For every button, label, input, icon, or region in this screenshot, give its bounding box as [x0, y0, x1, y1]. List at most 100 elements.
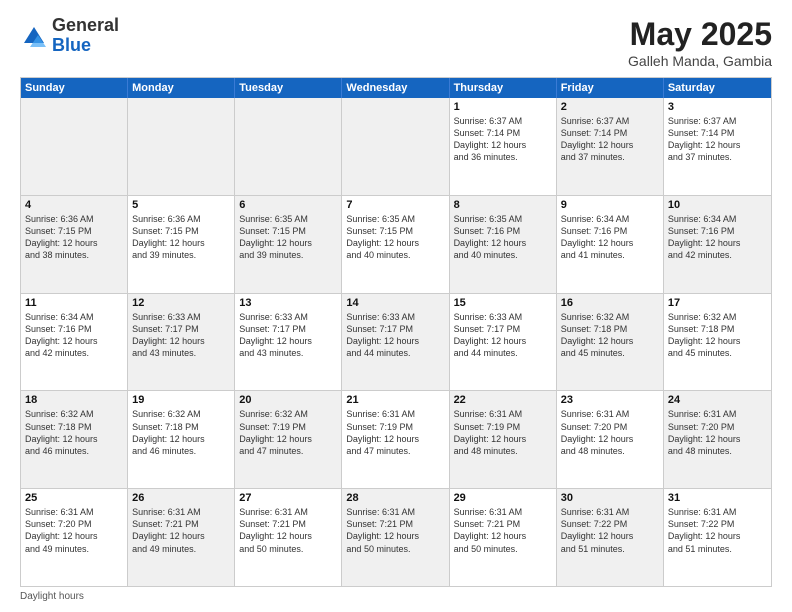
- day-number: 26: [132, 492, 230, 504]
- day-cell-17: 17 Sunrise: 6:32 AM Sunset: 7:18 PM Dayli…: [664, 294, 771, 391]
- cell-info: Sunrise: 6:33 AM Sunset: 7:17 PM Dayligh…: [132, 311, 230, 360]
- logo: General Blue: [20, 16, 119, 56]
- day-number: 5: [132, 199, 230, 211]
- day-cell-13: 13 Sunrise: 6:33 AM Sunset: 7:17 PM Dayli…: [235, 294, 342, 391]
- cell-info: Sunrise: 6:34 AM Sunset: 7:16 PM Dayligh…: [668, 213, 767, 262]
- empty-cell: [21, 98, 128, 195]
- day-number: 1: [454, 101, 552, 113]
- cell-info: Sunrise: 6:32 AM Sunset: 7:19 PM Dayligh…: [239, 408, 337, 457]
- cell-info: Sunrise: 6:33 AM Sunset: 7:17 PM Dayligh…: [239, 311, 337, 360]
- day-cell-15: 15Sunrise: 6:33 AM Sunset: 7:17 PM Dayli…: [450, 294, 557, 391]
- day-number: 8: [454, 199, 552, 211]
- day-cell-23: 23 Sunrise: 6:31 AM Sunset: 7:20 PM Dayli…: [557, 391, 664, 488]
- day-number: 22: [454, 394, 552, 406]
- cell-info: Sunrise: 6:31 AM Sunset: 7:19 PM Dayligh…: [454, 408, 552, 457]
- cell-info: Sunrise: 6:31 AM Sunset: 7:19 PM Dayligh…: [346, 408, 444, 457]
- logo-text: General Blue: [52, 16, 119, 56]
- header-day-friday: Friday: [557, 78, 664, 98]
- footer-note: Daylight hours: [20, 591, 772, 602]
- cell-info: Sunrise: 6:35 AM Sunset: 7:16 PM Dayligh…: [454, 213, 552, 262]
- day-number: 23: [561, 394, 659, 406]
- cell-info: Sunrise: 6:37 AM Sunset: 7:14 PM Dayligh…: [668, 115, 767, 164]
- calendar-body: 1 Sunrise: 6:37 AM Sunset: 7:14 PM Daylig…: [21, 98, 771, 586]
- day-number: 12: [132, 297, 230, 309]
- cell-info: Sunrise: 6:32 AM Sunset: 7:18 PM Dayligh…: [668, 311, 767, 360]
- day-cell-11: 11Sunrise: 6:34 AM Sunset: 7:16 PM Dayli…: [21, 294, 128, 391]
- day-cell-18: 18 Sunrise: 6:32 AM Sunset: 7:18 PM Dayli…: [21, 391, 128, 488]
- cell-info: Sunrise: 6:37 AM Sunset: 7:14 PM Dayligh…: [561, 115, 659, 164]
- empty-cell: [342, 98, 449, 195]
- header: General Blue May 2025 Galleh Manda, Gamb…: [20, 16, 772, 69]
- cell-info: Sunrise: 6:31 AM Sunset: 7:21 PM Dayligh…: [346, 506, 444, 555]
- week-row-4: 18 Sunrise: 6:32 AM Sunset: 7:18 PM Dayli…: [21, 390, 771, 488]
- day-number: 13: [239, 297, 337, 309]
- calendar-header: SundayMondayTuesdayWednesdayThursdayFrid…: [21, 78, 771, 98]
- day-cell-9: 9 Sunrise: 6:34 AM Sunset: 7:16 PM Daylig…: [557, 196, 664, 293]
- cell-info: Sunrise: 6:36 AM Sunset: 7:15 PM Dayligh…: [25, 213, 123, 262]
- day-cell-10: 10Sunrise: 6:34 AM Sunset: 7:16 PM Dayli…: [664, 196, 771, 293]
- header-day-sunday: Sunday: [21, 78, 128, 98]
- day-number: 2: [561, 101, 659, 113]
- day-number: 15: [454, 297, 552, 309]
- day-cell-28: 28 Sunrise: 6:31 AM Sunset: 7:21 PM Dayli…: [342, 489, 449, 586]
- page: General Blue May 2025 Galleh Manda, Gamb…: [0, 0, 792, 612]
- day-number: 21: [346, 394, 444, 406]
- week-row-1: 1 Sunrise: 6:37 AM Sunset: 7:14 PM Daylig…: [21, 98, 771, 195]
- cell-info: Sunrise: 6:31 AM Sunset: 7:20 PM Dayligh…: [668, 408, 767, 457]
- day-cell-2: 2 Sunrise: 6:37 AM Sunset: 7:14 PM Daylig…: [557, 98, 664, 195]
- cell-info: Sunrise: 6:31 AM Sunset: 7:22 PM Dayligh…: [561, 506, 659, 555]
- day-cell-5: 5Sunrise: 6:36 AM Sunset: 7:15 PM Daylig…: [128, 196, 235, 293]
- cell-info: Sunrise: 6:33 AM Sunset: 7:17 PM Dayligh…: [346, 311, 444, 360]
- day-cell-24: 24 Sunrise: 6:31 AM Sunset: 7:20 PM Dayli…: [664, 391, 771, 488]
- day-cell-12: 12 Sunrise: 6:33 AM Sunset: 7:17 PM Dayli…: [128, 294, 235, 391]
- day-cell-3: 3 Sunrise: 6:37 AM Sunset: 7:14 PM Daylig…: [664, 98, 771, 195]
- cell-info: Sunrise: 6:35 AM Sunset: 7:15 PM Dayligh…: [346, 213, 444, 262]
- cell-info: Sunrise: 6:32 AM Sunset: 7:18 PM Dayligh…: [132, 408, 230, 457]
- week-row-5: 25Sunrise: 6:31 AM Sunset: 7:20 PM Dayli…: [21, 488, 771, 586]
- title-block: May 2025 Galleh Manda, Gambia: [628, 16, 772, 69]
- day-number: 29: [454, 492, 552, 504]
- day-cell-31: 31Sunrise: 6:31 AM Sunset: 7:22 PM Dayli…: [664, 489, 771, 586]
- logo-blue: Blue: [52, 36, 119, 56]
- day-number: 30: [561, 492, 659, 504]
- cell-info: Sunrise: 6:34 AM Sunset: 7:16 PM Dayligh…: [561, 213, 659, 262]
- header-day-tuesday: Tuesday: [235, 78, 342, 98]
- day-number: 25: [25, 492, 123, 504]
- cell-info: Sunrise: 6:31 AM Sunset: 7:21 PM Dayligh…: [239, 506, 337, 555]
- day-number: 16: [561, 297, 659, 309]
- day-cell-29: 29Sunrise: 6:31 AM Sunset: 7:21 PM Dayli…: [450, 489, 557, 586]
- week-row-3: 11Sunrise: 6:34 AM Sunset: 7:16 PM Dayli…: [21, 293, 771, 391]
- calendar: SundayMondayTuesdayWednesdayThursdayFrid…: [20, 77, 772, 587]
- day-cell-20: 20 Sunrise: 6:32 AM Sunset: 7:19 PM Dayli…: [235, 391, 342, 488]
- day-number: 7: [346, 199, 444, 211]
- day-number: 3: [668, 101, 767, 113]
- day-number: 9: [561, 199, 659, 211]
- cell-info: Sunrise: 6:37 AM Sunset: 7:14 PM Dayligh…: [454, 115, 552, 164]
- cell-info: Sunrise: 6:32 AM Sunset: 7:18 PM Dayligh…: [561, 311, 659, 360]
- day-cell-27: 27 Sunrise: 6:31 AM Sunset: 7:21 PM Dayli…: [235, 489, 342, 586]
- day-number: 17: [668, 297, 767, 309]
- day-cell-21: 21 Sunrise: 6:31 AM Sunset: 7:19 PM Dayli…: [342, 391, 449, 488]
- day-cell-14: 14 Sunrise: 6:33 AM Sunset: 7:17 PM Dayli…: [342, 294, 449, 391]
- cell-info: Sunrise: 6:31 AM Sunset: 7:21 PM Dayligh…: [132, 506, 230, 555]
- day-cell-7: 7 Sunrise: 6:35 AM Sunset: 7:15 PM Daylig…: [342, 196, 449, 293]
- cell-info: Sunrise: 6:31 AM Sunset: 7:20 PM Dayligh…: [561, 408, 659, 457]
- header-day-saturday: Saturday: [664, 78, 771, 98]
- day-number: 24: [668, 394, 767, 406]
- header-day-wednesday: Wednesday: [342, 78, 449, 98]
- day-cell-16: 16 Sunrise: 6:32 AM Sunset: 7:18 PM Dayli…: [557, 294, 664, 391]
- logo-general: General: [52, 16, 119, 36]
- day-cell-4: 4Sunrise: 6:36 AM Sunset: 7:15 PM Daylig…: [21, 196, 128, 293]
- cell-info: Sunrise: 6:32 AM Sunset: 7:18 PM Dayligh…: [25, 408, 123, 457]
- day-cell-6: 6Sunrise: 6:35 AM Sunset: 7:15 PM Daylig…: [235, 196, 342, 293]
- day-number: 28: [346, 492, 444, 504]
- day-cell-1: 1 Sunrise: 6:37 AM Sunset: 7:14 PM Daylig…: [450, 98, 557, 195]
- day-number: 18: [25, 394, 123, 406]
- day-number: 14: [346, 297, 444, 309]
- day-number: 20: [239, 394, 337, 406]
- day-number: 27: [239, 492, 337, 504]
- day-cell-19: 19 Sunrise: 6:32 AM Sunset: 7:18 PM Dayli…: [128, 391, 235, 488]
- header-day-thursday: Thursday: [450, 78, 557, 98]
- day-number: 19: [132, 394, 230, 406]
- day-cell-30: 30 Sunrise: 6:31 AM Sunset: 7:22 PM Dayli…: [557, 489, 664, 586]
